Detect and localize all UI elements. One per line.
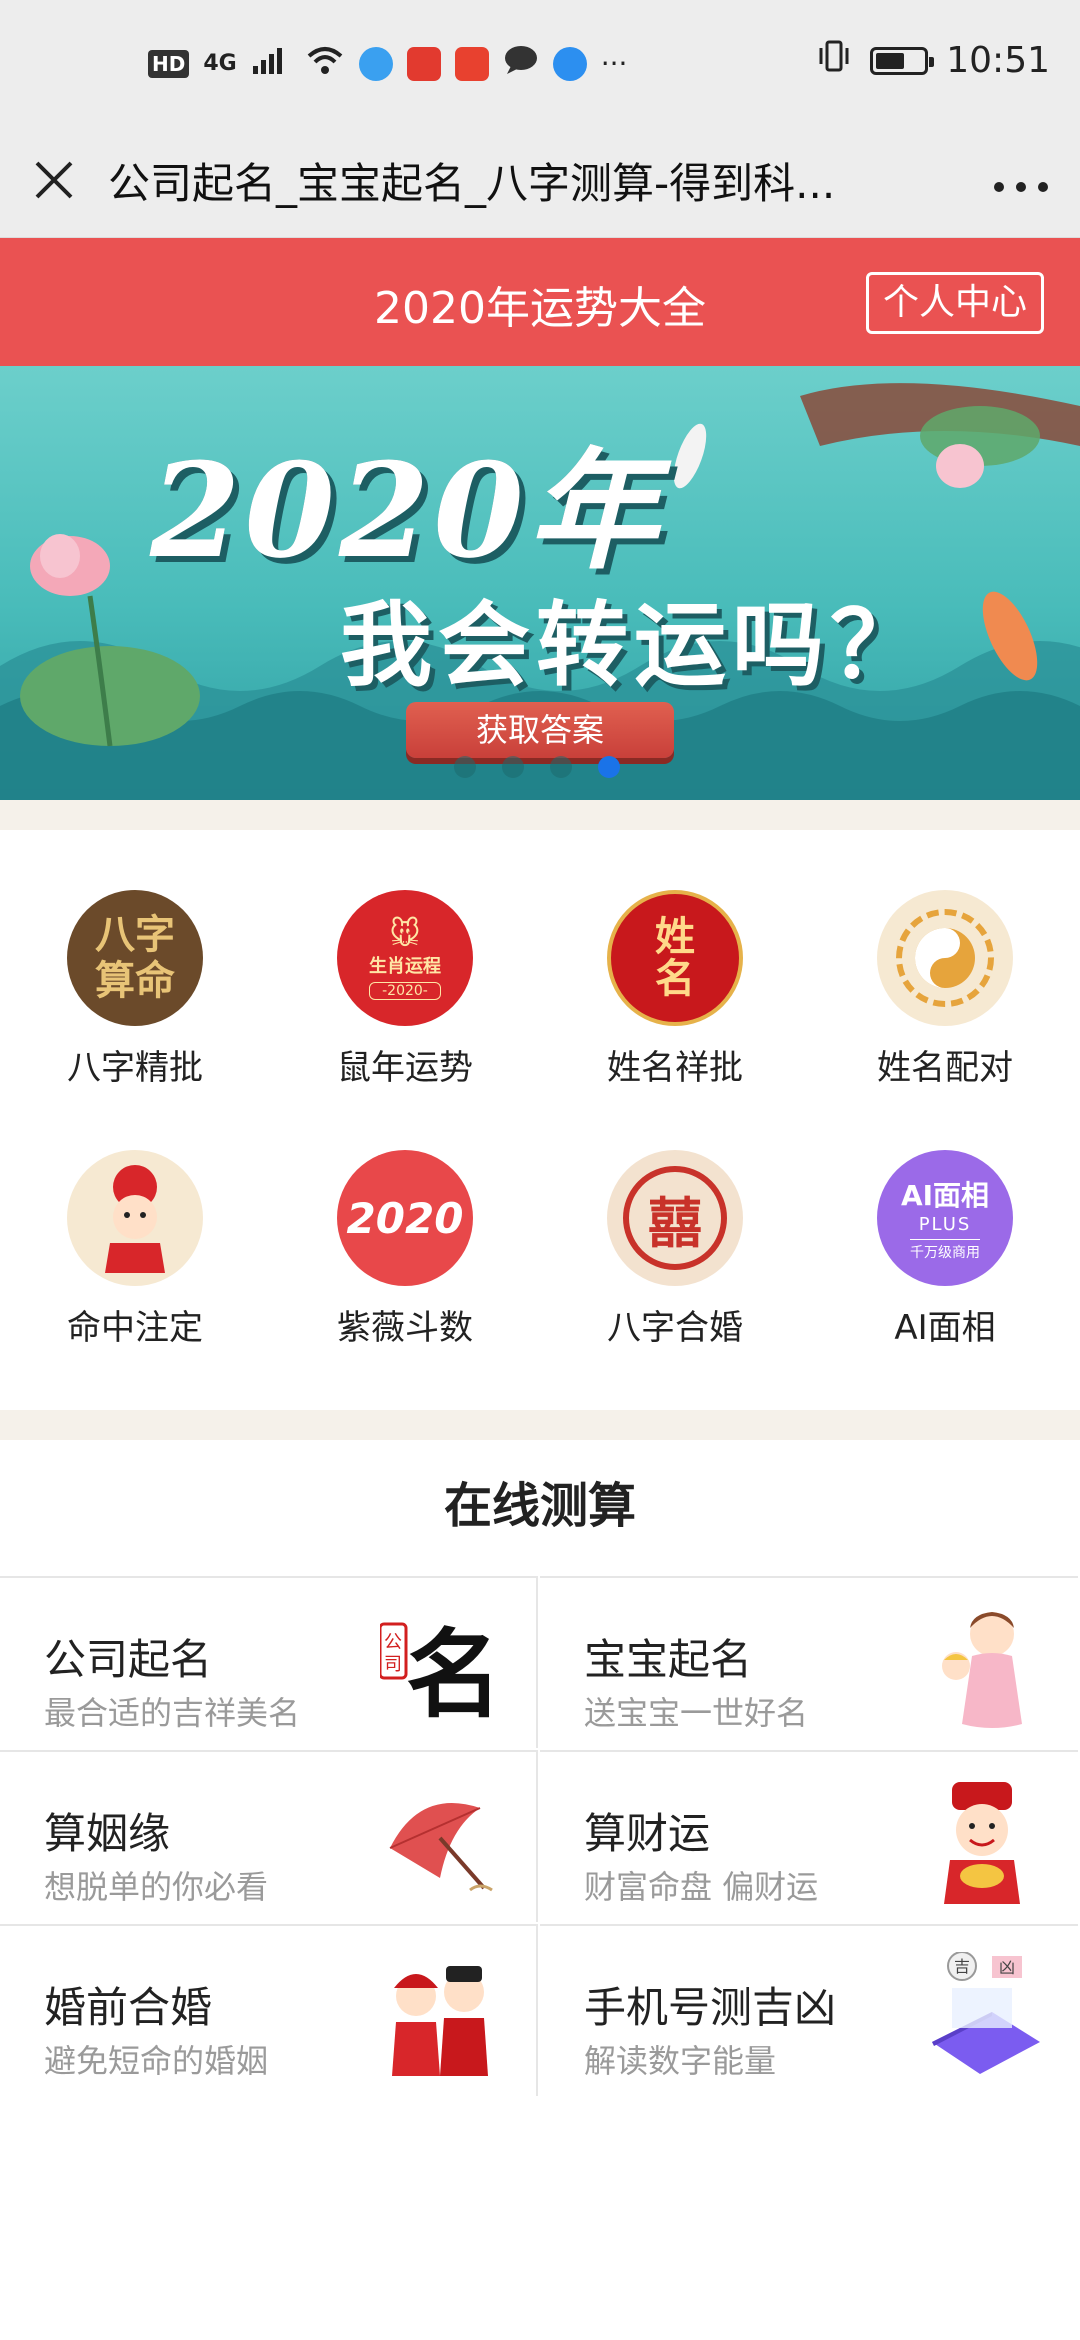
card-subtitle: 想脱单的你必看 <box>44 1868 269 1906</box>
grid-item-destiny[interactable]: 命中注定 <box>0 1150 270 1349</box>
browser-titlebar: 公司起名_宝宝起名_八字测算-得到科... <box>0 130 1080 238</box>
baby-name-icon <box>922 1604 1042 1734</box>
phone-icon: 吉 凶 <box>922 1951 1042 2082</box>
card-subtitle: 避免短命的婚姻 <box>44 2042 269 2080</box>
card-premarital[interactable]: 婚前合婚 避免短命的婚姻 <box>0 1924 538 2096</box>
card-title: 算财运 <box>584 1809 711 1858</box>
grid-label: AI面相 <box>894 1308 996 1348</box>
ai-face-glyph: AI面相 <box>900 1179 990 1212</box>
card-phone-fortune[interactable]: 手机号测吉凶 解读数字能量 吉 凶 <box>540 1924 1078 2096</box>
promo-banner[interactable]: 2020年 我会转运吗？ 获取答案 <box>0 366 1080 800</box>
card-title: 公司起名 <box>44 1635 213 1684</box>
netease-app-icon <box>406 46 441 81</box>
name-glyph: 姓名 <box>655 913 695 1002</box>
card-title: 算姻缘 <box>44 1809 171 1858</box>
grid-label: 命中注定 <box>67 1308 203 1348</box>
grid-item-ai-face[interactable]: AI面相 PLUS 千万级商用 AI面相 <box>810 1150 1080 1349</box>
get-answer-button[interactable]: 获取答案 <box>406 702 674 758</box>
card-title: 手机号测吉凶 <box>584 1983 837 2032</box>
ai-face-plus: PLUS <box>918 1214 972 1235</box>
card-subtitle: 最合适的吉祥美名 <box>44 1694 301 1732</box>
grid-item-rat-year[interactable]: 🐭 生肖运程 -2020- 鼠年运势 <box>270 890 540 1089</box>
status-left: HD 4G ··· <box>148 44 627 83</box>
card-subtitle: 财富命盘 偏财运 <box>584 1868 819 1906</box>
marriage-glyph: 囍 <box>623 1166 727 1270</box>
ziwei-icon: 2020 <box>337 1150 473 1286</box>
page-title: 公司起名_宝宝起名_八字测算-得到科... <box>108 159 836 208</box>
close-icon[interactable] <box>24 150 84 210</box>
couple-icon <box>380 1952 500 2082</box>
more-menu-button[interactable] <box>986 156 1056 216</box>
banner-headline: 2020年 <box>150 434 662 587</box>
grid-label: 八字精批 <box>67 1048 203 1088</box>
svg-text:名: 名 <box>406 1618 500 1731</box>
more-notifications: ··· <box>600 47 628 80</box>
wealth-god-icon <box>922 1778 1042 1908</box>
grid-item-marriage[interactable]: 囍 八字合婚 <box>540 1150 810 1349</box>
app-header: 2020年运势大全 个人中心 <box>0 238 1080 366</box>
rat-glyph-text: 生肖运程 <box>369 955 441 977</box>
carousel-dot[interactable] <box>550 756 572 778</box>
banner-subline: 我会转运吗？ <box>340 591 929 699</box>
personal-center-button[interactable]: 个人中心 <box>865 272 1044 334</box>
carousel-dots <box>454 756 620 778</box>
hd-badge: HD <box>148 49 190 78</box>
battery-icon <box>870 46 935 75</box>
card-wealth[interactable]: 算财运 财富命盘 偏财运 <box>540 1750 1078 1922</box>
svg-text:公: 公 <box>384 1632 402 1653</box>
chat-icon <box>503 44 539 83</box>
card-subtitle: 解读数字能量 <box>584 2042 777 2080</box>
grid-item-bazi[interactable]: 八字 算命 八字精批 <box>0 890 270 1089</box>
ai-face-icon: AI面相 PLUS 千万级商用 <box>877 1150 1013 1286</box>
rat-year-number: -2020- <box>369 981 441 1000</box>
feature-grid: 八字 算命 八字精批 🐭 生肖运程 -2020- 鼠年运势 姓名 姓名祥批 姓名配… <box>0 830 1080 1410</box>
grid-label: 姓名配对 <box>877 1048 1013 1088</box>
svg-text:司: 司 <box>384 1654 402 1675</box>
grid-label: 鼠年运势 <box>337 1048 473 1088</box>
marriage-icon: 囍 <box>607 1150 743 1286</box>
bazi-icon: 八字 算命 <box>67 890 203 1026</box>
svg-text:吉: 吉 <box>954 1957 970 1976</box>
grid-label: 姓名祥批 <box>607 1048 743 1088</box>
carousel-dot-active[interactable] <box>598 756 620 778</box>
grid-item-name-match[interactable]: 姓名配对 <box>810 890 1080 1089</box>
grid-item-ziwei[interactable]: 2020 紫薇斗数 <box>270 1150 540 1349</box>
toutiao-app-icon <box>454 46 489 81</box>
grid-label: 八字合婚 <box>607 1308 743 1348</box>
ai-face-caption: 千万级商用 <box>910 1239 980 1262</box>
company-name-icon: 公 司 名 <box>378 1604 502 1734</box>
rat-year-icon: 🐭 生肖运程 -2020- <box>337 890 473 1026</box>
carousel-dot[interactable] <box>454 756 476 778</box>
status-bar: HD 4G ··· 10:51 <box>0 0 1080 130</box>
carousel-dot[interactable] <box>502 756 524 778</box>
grid-label: 紫薇斗数 <box>337 1308 473 1348</box>
clock: 10:51 <box>946 40 1050 81</box>
card-subtitle: 送宝宝一世好名 <box>584 1694 809 1732</box>
ziwei-glyph: 2020 <box>346 1193 464 1243</box>
name-icon: 姓名 <box>607 890 743 1026</box>
destiny-icon <box>67 1150 203 1286</box>
section-title: 在线测算 <box>443 1478 636 1534</box>
signal-icon <box>251 44 291 83</box>
card-company-name[interactable]: 公司起名 最合适的吉祥美名 公 司 名 <box>0 1576 538 1748</box>
grid-item-name[interactable]: 姓名 姓名祥批 <box>540 890 810 1089</box>
bazi-glyph: 八字 算命 <box>95 911 175 1004</box>
status-right: 10:51 <box>816 38 1050 83</box>
card-title: 宝宝起名 <box>584 1635 753 1684</box>
wifi-icon <box>305 44 345 83</box>
umbrella-icon <box>380 1778 500 1908</box>
name-match-icon <box>877 890 1013 1026</box>
card-marriage-fate[interactable]: 算姻缘 想脱单的你必看 <box>0 1750 538 1922</box>
network-type: 4G <box>203 51 237 76</box>
vibrate-icon <box>816 38 852 83</box>
svg-text:凶: 凶 <box>999 1958 1015 1977</box>
compass-app-icon <box>552 46 587 81</box>
card-title: 婚前合婚 <box>44 1983 213 2032</box>
online-section: 在线测算 公司起名 最合适的吉祥美名 公 司 名 宝宝起名 送宝宝一世好名 算姻… <box>0 1440 1080 2340</box>
rat-glyph: 🐭 <box>389 916 421 952</box>
card-baby-name[interactable]: 宝宝起名 送宝宝一世好名 <box>540 1576 1078 1748</box>
browser-app-icon <box>358 46 393 81</box>
